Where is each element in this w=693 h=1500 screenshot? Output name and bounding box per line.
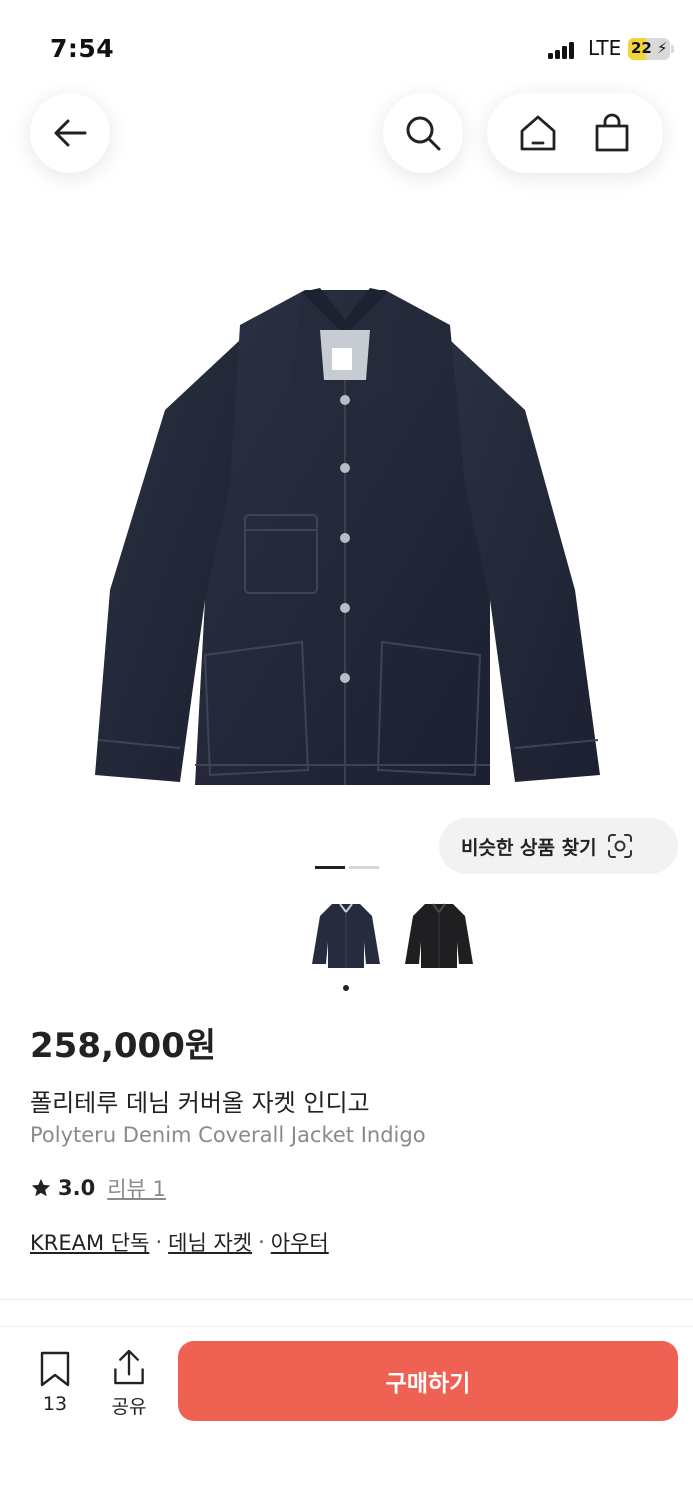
home-icon[interactable]	[516, 111, 560, 155]
thumbnail-indigo[interactable]	[306, 898, 386, 978]
battery-level: 22	[631, 39, 652, 57]
star-icon	[31, 1178, 51, 1197]
bottom-action-bar: 13 공유 구매하기	[0, 1327, 693, 1500]
product-title-korean: 폴리테루 데님 커버올 자켓 인디고	[30, 1089, 370, 1117]
status-time: 7:54	[50, 34, 115, 63]
review-link[interactable]: 리뷰 1	[107, 1173, 166, 1203]
status-bar: 7:54 LTE 22 ⚡	[0, 0, 693, 90]
home-cart-group	[487, 93, 663, 173]
tag-separator: ·	[258, 1230, 265, 1254]
find-similar-button[interactable]: 비슷한 상품 찾기	[439, 818, 678, 874]
back-arrow-icon	[48, 111, 92, 155]
thumbnail-strip	[306, 898, 481, 978]
search-icon	[401, 111, 445, 155]
image-pager	[315, 866, 379, 869]
tag-kream-exclusive[interactable]: KREAM 단독	[30, 1227, 149, 1257]
back-button[interactable]	[30, 93, 110, 173]
product-main-image[interactable]	[70, 270, 620, 810]
share-button[interactable]: 공유	[106, 1349, 152, 1419]
battery-icon: 22 ⚡	[628, 38, 670, 60]
product-title-english: Polyteru Denim Coverall Jacket Indigo	[30, 1123, 426, 1147]
find-similar-label: 비슷한 상품 찾기	[461, 836, 597, 859]
bookmark-icon	[40, 1351, 70, 1387]
section-divider	[0, 1299, 693, 1300]
product-price: 258,000원	[30, 1026, 217, 1066]
tag-separator: ·	[155, 1230, 163, 1254]
bookmark-button[interactable]: 13	[32, 1351, 78, 1421]
tag-denim-jacket[interactable]: 데님 자켓	[168, 1227, 252, 1257]
signal-icon	[548, 41, 578, 59]
scan-icon	[607, 834, 632, 858]
network-type: LTE	[588, 36, 622, 60]
category-tags: KREAM 단독 · 데님 자켓 · 아우터	[30, 1227, 329, 1257]
share-icon	[114, 1349, 144, 1385]
rating-value: 3.0	[58, 1176, 96, 1200]
shopping-bag-icon[interactable]	[590, 111, 634, 155]
bookmark-count: 13	[42, 1393, 68, 1415]
search-button[interactable]	[383, 93, 463, 173]
buy-button[interactable]: 구매하기	[178, 1341, 678, 1421]
buy-button-label: 구매하기	[385, 1371, 471, 1397]
rating-row: 3.0 리뷰 1	[30, 1173, 166, 1203]
tag-outer[interactable]: 아우터	[271, 1227, 329, 1257]
share-label: 공유	[111, 1396, 147, 1418]
thumbnail-black[interactable]	[399, 898, 479, 978]
thumbnail-active-dot	[343, 985, 349, 991]
